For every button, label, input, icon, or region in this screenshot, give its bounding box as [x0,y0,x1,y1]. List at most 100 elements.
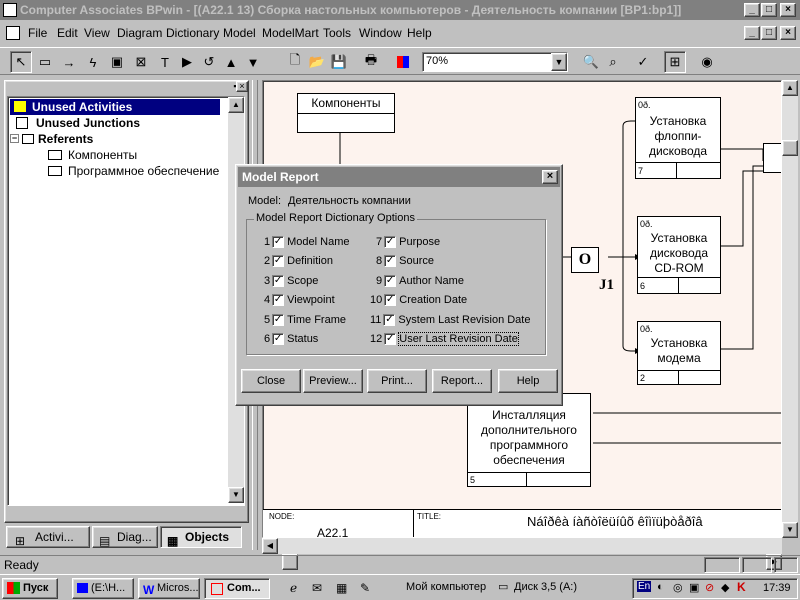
panel-close-icon[interactable]: × [236,81,248,92]
scroll-up-icon[interactable]: ▲ [782,80,798,96]
tray-icon[interactable]: ⊘ [705,581,714,594]
preview-button[interactable]: Preview... [303,369,363,393]
option-scope[interactable]: 3 ✓ Scope [264,275,318,288]
junction-tool-icon[interactable]: ⊠ [130,51,152,73]
go-to-child-icon[interactable]: ▶ [176,51,198,73]
antivirus-icon[interactable]: K [737,580,746,594]
canvas-vscrollbar[interactable]: ▲ ▼ [782,80,798,538]
option-author-name[interactable]: 9 ✓ Author Name [376,275,464,288]
menu-dictionary[interactable]: Dictionary [166,26,219,40]
collapse-icon[interactable]: − [10,134,19,143]
task-word[interactable]: W Micros... [138,578,200,599]
checkbox-icon[interactable]: ✓ [384,275,397,288]
activity-box-tool-icon[interactable]: ▭ [34,51,56,73]
checkbox-icon[interactable]: ✓ [384,294,397,307]
task-bpwin[interactable]: Com... [204,578,270,599]
checkbox-icon[interactable]: ✓ [384,255,397,268]
tree-item-software[interactable]: Программное обеспечение [44,163,219,179]
modelmart-icon[interactable]: ◉ [696,51,718,73]
tab-diagrams[interactable]: ▤ Diag... [92,526,158,548]
zoom-in-icon[interactable]: 🔍 [580,51,602,73]
option-purpose[interactable]: 7 ✓ Purpose [376,236,440,249]
print-icon[interactable]: 🖶 [360,51,382,73]
checkbox-icon[interactable]: ✓ [384,333,397,346]
activity-install-software[interactable]: Инсталляция дополнительного программного… [467,393,591,487]
option-time-frame[interactable]: 5 ✓ Time Frame [264,314,346,327]
new-file-icon[interactable]: 🗋 [284,51,306,73]
menu-diagram[interactable]: Diagram [117,26,162,40]
close-button[interactable]: Close [241,369,301,393]
tray-icon[interactable]: ◎ [673,581,683,594]
tray-icon[interactable]: ◐ [657,581,664,593]
task-explorer[interactable]: (E:\H... [72,578,134,599]
option-model-name[interactable]: 1 ✓ Model Name [264,236,349,249]
tree-item-unused-activities[interactable]: Unused Activities [10,99,220,115]
option-viewpoint[interactable]: 4 ✓ Viewpoint [264,294,335,307]
activity-modem[interactable]: 0ð. Установка модема 2 [637,321,721,385]
ie-icon[interactable]: ℯ [290,581,297,595]
checkbox-icon[interactable]: ✓ [272,294,285,307]
referent-tool-icon[interactable]: ▣ [106,51,128,73]
option-user-last-revision-date[interactable]: 12 ✓ User Last Revision Date [370,332,519,346]
go-to-parent-icon[interactable]: ▲ [220,51,242,73]
junction-o[interactable]: O [571,247,599,273]
tray-icon[interactable]: ◆ [721,581,729,594]
tray-icon[interactable]: ▣ [689,581,699,594]
menu-view[interactable]: View [84,26,110,40]
scroll-down-icon[interactable]: ▼ [228,487,244,503]
scroll-left-icon[interactable]: ◀ [262,538,278,554]
start-button[interactable]: Пуск [2,578,58,599]
checkbox-icon[interactable]: ✓ [272,275,285,288]
option-creation-date[interactable]: 10 ✓ Creation Date [370,294,467,307]
activity-offscreen[interactable] [763,143,781,173]
zoom-fit-icon[interactable]: ⌕ [602,51,624,73]
language-indicator[interactable]: En [637,581,652,592]
zoom-select[interactable]: 70% ▼ [422,52,568,72]
outlook-icon[interactable]: ✉ [312,581,322,595]
menu-file[interactable]: File [28,26,47,40]
doc-minimize-button[interactable]: _ [744,26,760,40]
pen-icon[interactable]: ✎ [360,581,370,595]
print-button[interactable]: Print... [367,369,427,393]
maximize-button[interactable]: □ [761,3,777,17]
vscroll-thumb[interactable] [782,140,798,156]
spell-check-icon[interactable]: ✓ [632,51,654,73]
tree-item-unused-junctions[interactable]: Unused Junctions [12,115,140,131]
activity-cdrom[interactable]: 0ð. Установка дисковода CD-ROM 6 [637,216,721,294]
tab-activities[interactable]: ⊞ Activi... [6,526,90,548]
tree-item-components[interactable]: Компоненты [44,147,137,163]
undo-icon[interactable]: ↺ [198,51,220,73]
report-button[interactable]: Report... [432,369,492,393]
color-icon[interactable] [392,51,414,73]
open-folder-icon[interactable]: 📂 [306,51,328,73]
activity-floppy[interactable]: 0ð. Установка флоппи- дисковода 7 [635,97,721,179]
scroll-down-icon[interactable]: ▼ [782,522,798,538]
scroll-up-icon[interactable]: ▲ [228,97,244,113]
menu-edit[interactable]: Edit [57,26,78,40]
save-icon[interactable]: 💾 [328,51,350,73]
menu-modelmart[interactable]: ModelMart [262,26,319,40]
menu-model[interactable]: Model [223,26,256,40]
checkbox-icon[interactable]: ✓ [272,333,285,346]
close-window-button[interactable]: × [780,3,796,17]
checkbox-icon[interactable]: ✓ [272,255,285,268]
referent-components[interactable]: Компоненты [297,93,395,133]
go-down-icon[interactable]: ▼ [242,51,264,73]
checkbox-icon[interactable]: ✓ [272,314,285,327]
chevron-down-icon[interactable]: ▼ [551,53,567,71]
arrow-tool-icon[interactable]: → [58,51,80,73]
doc-restore-button[interactable]: □ [761,26,777,40]
channel-icon[interactable]: ▦ [336,581,347,595]
option-definition[interactable]: 2 ✓ Definition [264,255,333,268]
option-status[interactable]: 6 ✓ Status [264,333,318,346]
minimize-button[interactable]: _ [744,3,760,17]
help-button[interactable]: Help [498,369,558,393]
dialog-close-icon[interactable]: × [542,170,558,184]
model-explorer-icon[interactable]: ⊞ [664,51,686,73]
checkbox-icon[interactable]: ✓ [272,236,285,249]
option-system-last-revision-date[interactable]: 11 ✓ System Last Revision Date [370,314,530,327]
checkbox-icon[interactable]: ✓ [384,236,397,249]
canvas-hscrollbar[interactable]: ◀ ▶ [262,538,782,570]
text-tool-icon[interactable]: T [154,51,176,73]
tab-objects[interactable]: ▦ Objects [160,526,242,548]
